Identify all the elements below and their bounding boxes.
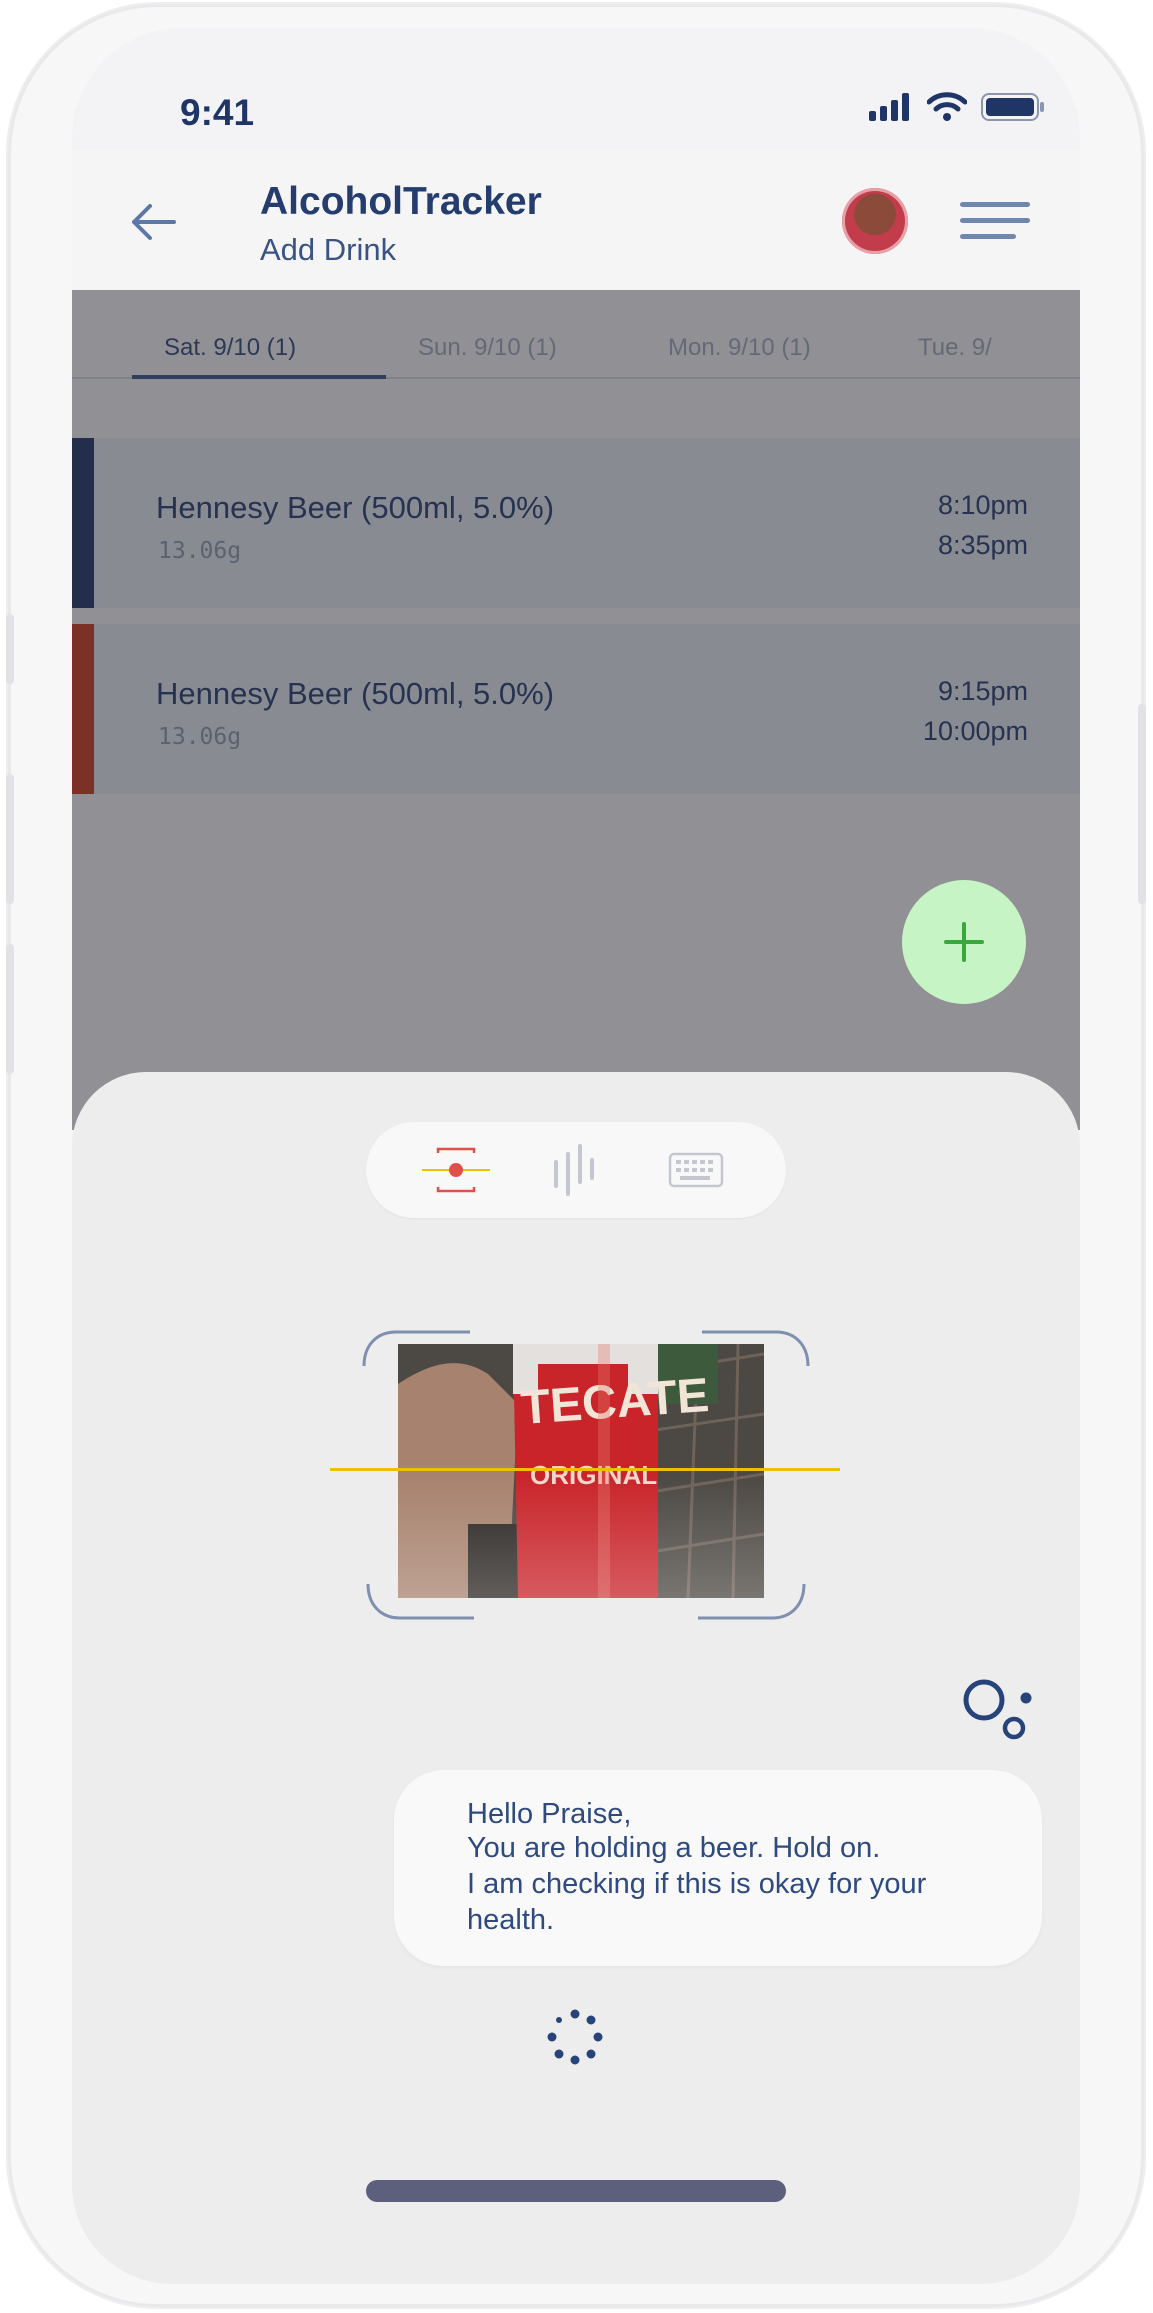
assistant-message: Hello Praise, You are holding a beer. Ho… [394, 1770, 1042, 1966]
status-icons [869, 92, 1045, 122]
volume-down-button [6, 944, 14, 1074]
drink-start-time: 8:10pm [937, 490, 1028, 520]
mute-switch [6, 614, 14, 684]
keyboard-mode-button[interactable] [656, 1140, 736, 1200]
tab-tue[interactable]: Tue. 9/ [918, 334, 992, 362]
message-line: You are holding a beer. Hold on. [467, 1832, 881, 1864]
voice-icon [554, 1144, 594, 1196]
message-line: health. [467, 1904, 555, 1936]
app-subtitle: Add Drink [260, 232, 397, 267]
card-accent [72, 624, 94, 794]
status-time: 9:41 [180, 92, 255, 133]
voice-mode-button[interactable] [536, 1140, 616, 1200]
scan-sheet: TECATE ORIGINAL [72, 1072, 1080, 2284]
message-line: Hello Praise, [467, 1798, 632, 1830]
loading-spinner-icon [547, 2009, 603, 2065]
drink-end-time: 10:00pm [922, 716, 1028, 746]
drink-start-time: 9:15pm [937, 676, 1028, 706]
input-mode-switch [366, 1122, 786, 1218]
tab-sat[interactable]: Sat. 9/10 (1) [164, 334, 296, 362]
scan-line [330, 1468, 840, 1471]
wifi-icon [927, 92, 967, 121]
message-line: I am checking if this is okay for your [467, 1868, 927, 1900]
app-header: AlcoholTracker Add Drink [72, 150, 1080, 290]
scan-icon [422, 1147, 490, 1193]
drink-name: Hennesy Beer (500ml, 5.0%) [156, 490, 555, 525]
keyboard-icon [668, 1152, 724, 1188]
plus-icon [944, 922, 984, 962]
volume-up-button [6, 774, 14, 904]
card-accent [72, 438, 94, 608]
drink-grams: 13.06g [158, 538, 242, 564]
day-tabs: Sat. 9/10 (1) Sun. 9/10 (1) Mon. 9/10 (1… [72, 290, 1080, 400]
add-drink-button[interactable] [902, 880, 1026, 1004]
drink-card[interactable]: Hennesy Beer (500ml, 5.0%) 13.06g 9:15pm… [72, 624, 1080, 794]
avatar[interactable] [842, 188, 908, 254]
app-title: AlcoholTracker [260, 180, 542, 223]
tab-mon[interactable]: Mon. 9/10 (1) [668, 334, 811, 362]
scan-mode-button[interactable] [416, 1140, 496, 1200]
menu-icon[interactable] [960, 202, 1032, 242]
power-button [1138, 704, 1146, 904]
tab-sun[interactable]: Sun. 9/10 (1) [418, 334, 557, 362]
assistant-icon [963, 1679, 1032, 1740]
drink-grams: 13.06g [158, 724, 242, 750]
drink-card[interactable]: Hennesy Beer (500ml, 5.0%) 13.06g 8:10pm… [72, 438, 1080, 608]
drink-list-panel: Sat. 9/10 (1) Sun. 9/10 (1) Mon. 9/10 (1… [72, 290, 1080, 1130]
app-screen: 9:41 AlcoholTracker Add Drink Sat. 9/10 … [72, 28, 1080, 2284]
signal-icon [869, 93, 909, 121]
battery-icon [981, 93, 1044, 121]
home-indicator[interactable] [366, 2180, 786, 2202]
drink-end-time: 8:35pm [937, 530, 1028, 560]
active-tab-indicator [132, 375, 386, 379]
drink-name: Hennesy Beer (500ml, 5.0%) [156, 676, 555, 711]
scan-frame [362, 1330, 810, 1620]
back-arrow-icon[interactable] [130, 202, 176, 242]
